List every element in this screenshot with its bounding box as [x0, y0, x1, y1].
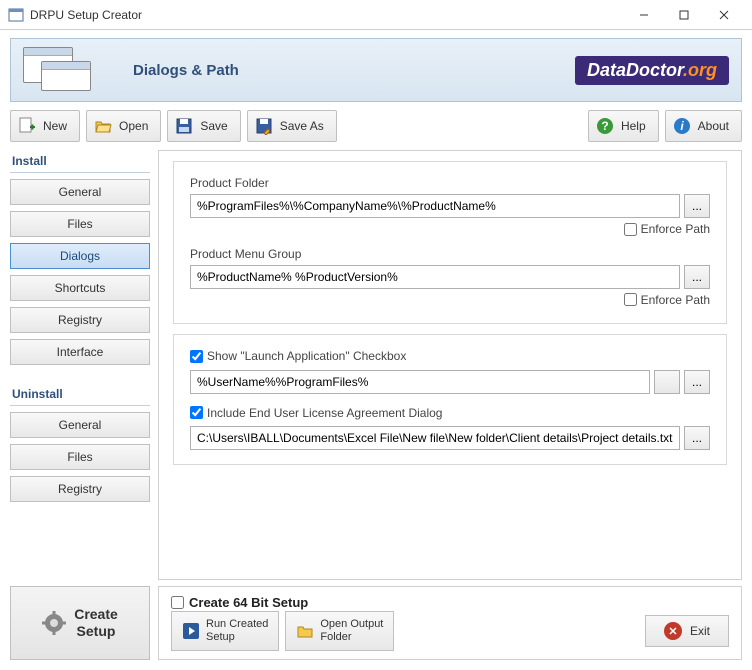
create-64bit-checkbox[interactable]: Create 64 Bit Setup — [171, 595, 729, 610]
sidebar-item-uninstall-registry[interactable]: Registry — [10, 476, 150, 502]
app-icon — [8, 7, 24, 23]
product-folder-input[interactable] — [190, 194, 680, 218]
product-menu-enforce-checkbox[interactable]: Enforce Path — [624, 293, 710, 307]
saveas-button[interactable]: Save As — [247, 110, 337, 142]
content-panel: Product Folder ... Enforce Path Product … — [158, 150, 742, 580]
exit-button[interactable]: ✕ Exit — [645, 615, 729, 647]
saveas-icon — [254, 116, 274, 136]
open-icon — [93, 116, 113, 136]
folder-icon — [296, 622, 314, 640]
new-label: New — [43, 119, 67, 133]
exit-icon: ✕ — [664, 622, 682, 640]
about-label: About — [698, 119, 729, 133]
include-eula-checkbox[interactable]: Include End User License Agreement Dialo… — [190, 406, 442, 420]
sidebar-item-install-dialogs[interactable]: Dialogs — [10, 243, 150, 269]
sidebar-item-uninstall-general[interactable]: General — [10, 412, 150, 438]
product-folder-label: Product Folder — [190, 176, 710, 190]
eula-path-input[interactable] — [190, 426, 680, 450]
launch-extra-button[interactable] — [654, 370, 680, 394]
product-folder-enforce-checkbox[interactable]: Enforce Path — [624, 222, 710, 236]
about-icon: i — [672, 116, 692, 136]
sidebar-item-uninstall-files[interactable]: Files — [10, 444, 150, 470]
bottom-bar: CreateSetup Create 64 Bit Setup Run Crea… — [0, 580, 752, 670]
svg-text:?: ? — [601, 119, 608, 133]
create-setup-button[interactable]: CreateSetup — [10, 586, 150, 660]
sidebar-item-install-shortcuts[interactable]: Shortcuts — [10, 275, 150, 301]
run-created-label: Run CreatedSetup — [206, 618, 268, 644]
main-area: Install General Files Dialogs Shortcuts … — [0, 150, 752, 580]
open-label: Open — [119, 119, 148, 133]
banner: Dialogs & Path DataDoctor.org — [10, 38, 742, 102]
launch-browse-button[interactable]: ... — [684, 370, 710, 394]
uninstall-group-label: Uninstall — [10, 383, 150, 406]
product-menu-input[interactable] — [190, 265, 680, 289]
new-icon — [17, 116, 37, 136]
close-button[interactable] — [704, 0, 744, 30]
saveas-label: Save As — [280, 119, 324, 133]
open-button[interactable]: Open — [86, 110, 161, 142]
maximize-button[interactable] — [664, 0, 704, 30]
page-title: Dialogs & Path — [133, 62, 575, 79]
brand-logo: DataDoctor.org — [575, 56, 729, 85]
titlebar: DRPU Setup Creator — [0, 0, 752, 30]
product-menu-label: Product Menu Group — [190, 247, 710, 261]
sidebar: Install General Files Dialogs Shortcuts … — [10, 150, 150, 580]
sidebar-item-install-files[interactable]: Files — [10, 211, 150, 237]
open-output-folder-button[interactable]: Open OutputFolder — [285, 611, 394, 651]
sidebar-item-install-general[interactable]: General — [10, 179, 150, 205]
help-icon: ? — [595, 116, 615, 136]
paths-section: Product Folder ... Enforce Path Product … — [173, 161, 727, 324]
product-menu-browse-button[interactable]: ... — [684, 265, 710, 289]
help-button[interactable]: ? Help — [588, 110, 659, 142]
show-launch-checkbox[interactable]: Show "Launch Application" Checkbox — [190, 349, 406, 363]
dialogs-section: Show "Launch Application" Checkbox ... I… — [173, 334, 727, 465]
run-created-setup-button[interactable]: Run CreatedSetup — [171, 611, 279, 651]
minimize-button[interactable] — [624, 0, 664, 30]
create-setup-label: CreateSetup — [74, 606, 118, 640]
window-title: DRPU Setup Creator — [30, 8, 624, 22]
exit-label: Exit — [690, 624, 710, 638]
install-group-label: Install — [10, 150, 150, 173]
sidebar-item-install-registry[interactable]: Registry — [10, 307, 150, 333]
gear-icon — [42, 611, 66, 635]
save-icon — [174, 116, 194, 136]
open-output-label: Open OutputFolder — [320, 618, 383, 644]
bottom-panel: Create 64 Bit Setup Run CreatedSetup Ope… — [158, 586, 742, 660]
toolbar: New Open Save Save As ? Help i About — [0, 102, 752, 150]
eula-browse-button[interactable]: ... — [684, 426, 710, 450]
launch-path-input[interactable] — [190, 370, 650, 394]
help-label: Help — [621, 119, 646, 133]
play-icon — [182, 622, 200, 640]
sidebar-item-install-interface[interactable]: Interface — [10, 339, 150, 365]
save-button[interactable]: Save — [167, 110, 240, 142]
save-label: Save — [200, 119, 227, 133]
banner-illustration — [23, 47, 93, 93]
about-button[interactable]: i About — [665, 110, 742, 142]
product-folder-browse-button[interactable]: ... — [684, 194, 710, 218]
new-button[interactable]: New — [10, 110, 80, 142]
